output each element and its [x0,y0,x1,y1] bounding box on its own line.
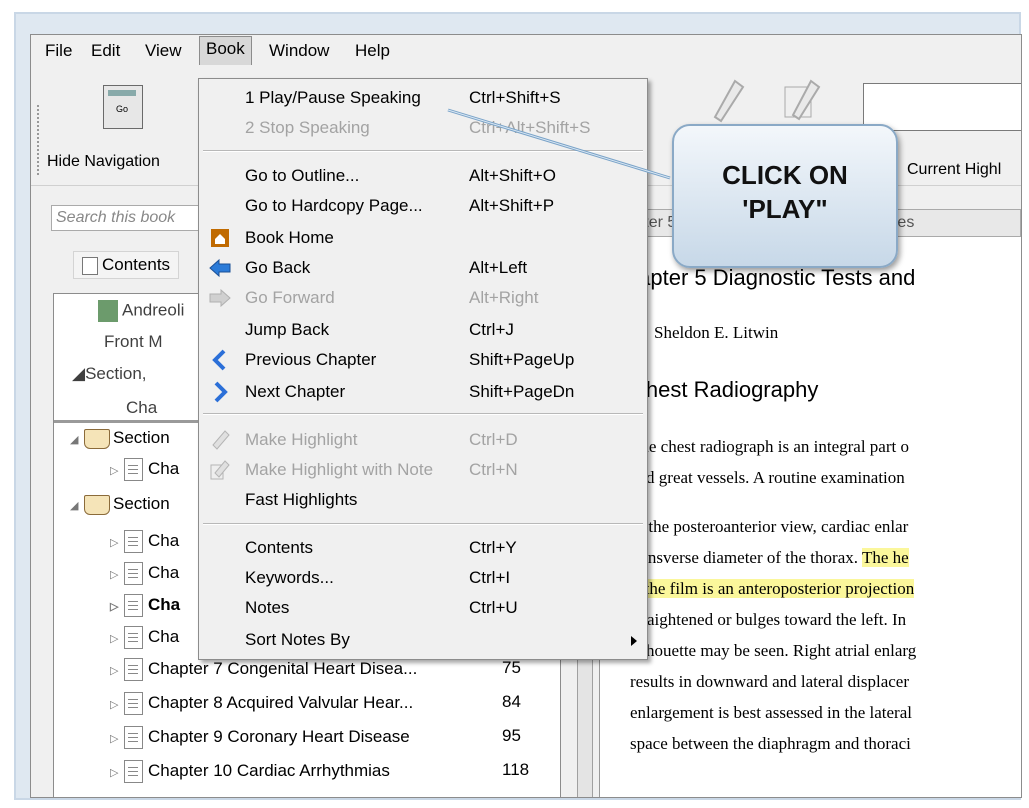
page-number: 118 [502,760,530,779]
forward-arrow-icon [209,288,231,308]
tree-row-chapter-8[interactable]: ▷ Chapter 8 Acquired Valvular Hear... 84 [110,692,521,718]
drag-indicator [54,420,200,423]
menu-help[interactable]: Help [349,39,396,63]
tree-row-chapter[interactable]: ▷ Cha [110,530,179,556]
menu-item-sort-notes-by[interactable]: Sort Notes By [199,625,647,655]
contents-tab-label: Contents [102,255,171,274]
tree-row-chapter[interactable]: ▷ Cha [110,458,179,484]
menu-window[interactable]: Window [263,39,335,63]
highlighted-text: The he [861,548,909,567]
menu-item-jump-back[interactable]: Jump Back Ctrl+J [199,315,647,345]
menu-separator [203,413,643,415]
paragraph-2: In the posteroanterior view, cardiac enl… [630,517,917,753]
document-icon [124,594,143,617]
tree-row-chapter-10[interactable]: ▷ Chapter 10 Cardiac Arrhythmias 118 [110,760,529,786]
ghost-item-front-matter: Front M [104,332,163,351]
menu-item-keywords[interactable]: Keywords... Ctrl+I [199,563,647,593]
document-icon [124,658,143,681]
contents-icon [82,256,98,275]
document-icon [124,562,143,585]
menu-edit[interactable]: Edit [85,39,126,63]
ghost-item-chapter: Cha [126,398,158,417]
menu-item-make-highlight-with-note[interactable]: Make Highlight with Note Ctrl+N [199,455,647,485]
document-icon [124,458,143,481]
instruction-callout: CLICK ON 'PLAY" [672,124,898,268]
menu-item-book-home[interactable]: Book Home [199,223,647,253]
menu-file[interactable]: File [39,39,78,63]
highlighted-text: if the film is an anteroposterior projec… [630,579,915,598]
tree-row-section[interactable]: ◢ Section [70,494,170,520]
document-icon [124,726,143,749]
callout-pointer [447,108,671,180]
callout-line-1: CLICK ON [722,160,848,190]
menu-book[interactable]: Book [199,36,252,65]
previous-chapter-icon [212,349,226,371]
page-number: 84 [502,692,521,711]
menu-bar: File Edit View Book Window Help [31,35,1021,65]
menu-item-previous-chapter[interactable]: Previous Chapter Shift+PageUp [199,345,647,375]
menu-item-go-back[interactable]: Go Back Alt+Left [199,253,647,283]
page-number: 95 [502,726,521,745]
menu-item-notes[interactable]: Notes Ctrl+U [199,593,647,623]
tree-row-section[interactable]: ◢ Section [70,428,170,454]
tree-row-chapter-7[interactable]: ▷ Chapter 7 Congenital Heart Disea... 75 [110,658,521,684]
tree-row-chapter-9[interactable]: ▷ Chapter 9 Coronary Heart Disease 95 [110,726,521,752]
toolbar-search-box[interactable] [863,83,1021,131]
book-icon [84,494,110,515]
document-icon [124,692,143,715]
hide-navigation-label: Hide Navigation [47,153,160,170]
highlight-note-icon [210,460,230,480]
tree-row-chapter[interactable]: ▷ Cha [110,562,179,588]
section-heading: Chest Radiography [630,377,819,402]
callout-line-2: 'PLAY" [742,194,828,224]
menu-view[interactable]: View [139,39,188,63]
document-icon [124,530,143,553]
author: Sheldon E. Litwin [654,323,779,342]
go-icon-text: Go [116,104,129,114]
submenu-arrow-icon [631,636,637,646]
ghost-item-section: ◢Section, [72,364,147,383]
menu-separator [203,523,643,525]
paragraph-1: The chest radiograph is an integral part… [630,437,909,487]
next-chapter-icon [214,381,228,403]
document-view: Chapter 5 Diagnostic Tests and Sheldon E… [599,237,1021,797]
document-icon [124,760,143,783]
chapter-title: Chapter 5 Diagnostic Tests and [610,265,916,290]
menu-item-make-highlight[interactable]: Make Highlight Ctrl+D [199,425,647,455]
menu-item-contents[interactable]: Contents Ctrl+Y [199,533,647,563]
book-icon [84,428,110,449]
highlighter-icon [212,430,230,450]
ghost-item-book: Andreoli [98,300,184,322]
home-icon [211,229,229,247]
back-arrow-icon [209,258,231,278]
menu-item-fast-highlights[interactable]: Fast Highlights [199,485,647,515]
current-highlight-label[interactable]: Current Highl [907,161,1001,179]
tree-row-chapter-current[interactable]: ▷ Cha [110,594,180,620]
tree-row-chapter[interactable]: ▷ Cha [110,626,179,652]
contents-tab[interactable]: Contents [73,251,180,279]
document-icon [124,626,143,649]
menu-item-next-chapter[interactable]: Next Chapter Shift+PageDn [199,377,647,407]
navigation-pane-icon: Go [103,85,143,129]
hide-navigation-button[interactable]: Go Hide Navigation [41,77,201,177]
page-number: 75 [502,658,521,677]
menu-item-go-forward[interactable]: Go Forward Alt+Right [199,283,647,313]
